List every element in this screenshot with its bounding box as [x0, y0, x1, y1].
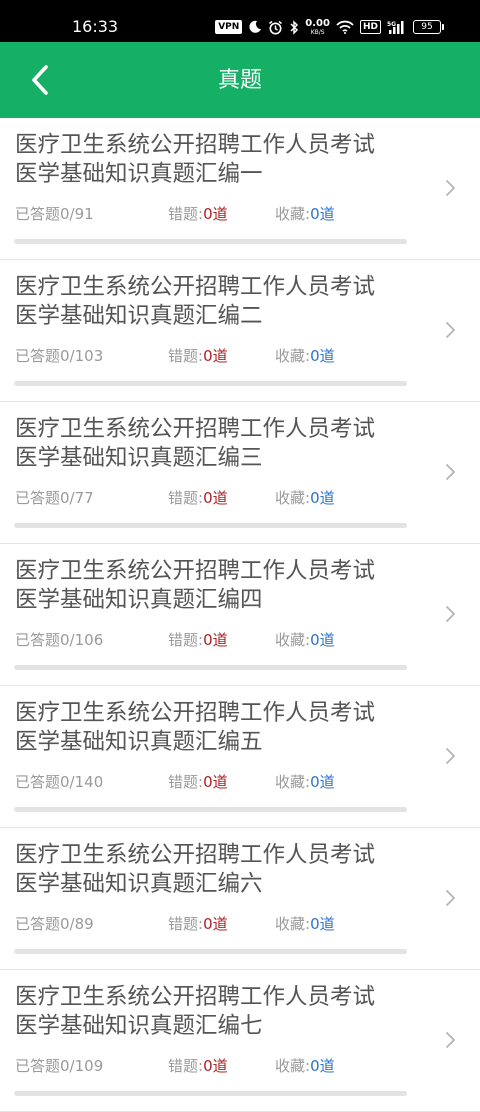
status-icons: VPN 0.00 KB/S HD 5G 95 — [215, 16, 444, 38]
wrong-count: 错题:0道 — [168, 915, 228, 933]
progress-bar — [14, 1091, 407, 1096]
wrong-count: 错题:0道 — [168, 1057, 228, 1075]
favorite-count: 收藏:0道 — [275, 1057, 335, 1075]
alarm-icon — [269, 20, 283, 34]
exam-list-item[interactable]: 医疗卫生系统公开招聘工作人员考试 医学基础知识真题汇编二 已答题0/103 错题… — [0, 260, 480, 402]
chevron-right-icon — [446, 890, 455, 906]
exam-title: 医疗卫生系统公开招聘工作人员考试 医学基础知识真题汇编一 — [15, 131, 415, 189]
exam-stats: 已答题0/109 错题:0道 收藏:0道 — [15, 1056, 415, 1076]
exam-stats: 已答题0/77 错题:0道 收藏:0道 — [15, 488, 415, 508]
chevron-right-icon — [446, 322, 455, 338]
exam-stats: 已答题0/106 错题:0道 收藏:0道 — [15, 630, 415, 650]
status-bar: 16:33 VPN 0.00 KB/S HD 5G 95 — [0, 0, 480, 42]
network-speed: 0.00 KB/S — [305, 17, 330, 36]
wrong-count: 错题:0道 — [168, 489, 228, 507]
exam-stats: 已答题0/140 错题:0道 收藏:0道 — [15, 772, 415, 792]
exam-title-line1: 医疗卫生系统公开招聘工作人员考试 — [15, 274, 376, 300]
exam-list-item[interactable]: 医疗卫生系统公开招聘工作人员考试 医学基础知识真题汇编一 已答题0/91 错题:… — [0, 118, 480, 260]
exam-title: 医疗卫生系统公开招聘工作人员考试 医学基础知识真题汇编六 — [15, 841, 415, 899]
favorite-count: 收藏:0道 — [275, 915, 335, 933]
moon-icon — [249, 20, 262, 33]
chevron-right-icon — [446, 464, 455, 480]
exam-title: 医疗卫生系统公开招聘工作人员考试 医学基础知识真题汇编五 — [15, 699, 415, 757]
exam-stats: 已答题0/91 错题:0道 收藏:0道 — [15, 204, 415, 224]
exam-title-line1: 医疗卫生系统公开招聘工作人员考试 — [15, 842, 376, 868]
vpn-icon: VPN — [215, 20, 243, 34]
answered-count: 已答题0/106 — [15, 631, 104, 649]
exam-title-line2: 医学基础知识真题汇编四 — [15, 587, 263, 613]
signal-icon: 5G — [387, 20, 404, 34]
exam-list-item[interactable]: 医疗卫生系统公开招聘工作人员考试 医学基础知识真题汇编三 已答题0/77 错题:… — [0, 402, 480, 544]
wrong-count: 错题:0道 — [168, 773, 228, 791]
exam-title-line2: 医学基础知识真题汇编三 — [15, 445, 263, 471]
answered-count: 已答题0/91 — [15, 205, 94, 223]
progress-bar — [14, 239, 407, 244]
app-bar: 真题 — [0, 42, 480, 118]
exam-list-item[interactable]: 医疗卫生系统公开招聘工作人员考试 医学基础知识真题汇编五 已答题0/140 错题… — [0, 686, 480, 828]
favorite-count: 收藏:0道 — [275, 205, 335, 223]
exam-list: 医疗卫生系统公开招聘工作人员考试 医学基础知识真题汇编一 已答题0/91 错题:… — [0, 118, 480, 1112]
chevron-right-icon — [446, 1032, 455, 1048]
exam-title-line1: 医疗卫生系统公开招聘工作人员考试 — [15, 700, 376, 726]
exam-title-line2: 医学基础知识真题汇编二 — [15, 303, 263, 329]
hd-icon: HD — [359, 20, 381, 34]
chevron-right-icon — [446, 180, 455, 196]
exam-title: 医疗卫生系统公开招聘工作人员考试 医学基础知识真题汇编二 — [15, 273, 415, 331]
svg-text:5G: 5G — [387, 21, 396, 28]
progress-bar — [14, 381, 407, 386]
wrong-count: 错题:0道 — [168, 631, 228, 649]
answered-count: 已答题0/140 — [15, 773, 104, 791]
exam-title: 医疗卫生系统公开招聘工作人员考试 医学基础知识真题汇编七 — [15, 983, 415, 1041]
answered-count: 已答题0/89 — [15, 915, 94, 933]
favorite-count: 收藏:0道 — [275, 347, 335, 365]
exam-title-line1: 医疗卫生系统公开招聘工作人员考试 — [15, 558, 376, 584]
exam-stats: 已答题0/89 错题:0道 收藏:0道 — [15, 914, 415, 934]
answered-count: 已答题0/77 — [15, 489, 94, 507]
page-title: 真题 — [217, 68, 262, 93]
exam-title-line1: 医疗卫生系统公开招聘工作人员考试 — [15, 132, 376, 158]
favorite-count: 收藏:0道 — [275, 489, 335, 507]
chevron-right-icon — [446, 606, 455, 622]
exam-title-line2: 医学基础知识真题汇编七 — [15, 1013, 263, 1039]
wrong-count: 错题:0道 — [168, 347, 228, 365]
exam-stats: 已答题0/103 错题:0道 收藏:0道 — [15, 346, 415, 366]
exam-title-line2: 医学基础知识真题汇编一 — [15, 161, 263, 187]
exam-list-item[interactable]: 医疗卫生系统公开招聘工作人员考试 医学基础知识真题汇编六 已答题0/89 错题:… — [0, 828, 480, 970]
progress-bar — [14, 949, 407, 954]
answered-count: 已答题0/109 — [15, 1057, 104, 1075]
wrong-count: 错题:0道 — [168, 205, 228, 223]
wifi-icon — [336, 20, 354, 34]
exam-list-item[interactable]: 医疗卫生系统公开招聘工作人员考试 医学基础知识真题汇编四 已答题0/106 错题… — [0, 544, 480, 686]
bluetooth-icon — [290, 19, 299, 35]
battery-icon: 95 — [413, 20, 444, 34]
favorite-count: 收藏:0道 — [275, 631, 335, 649]
exam-title: 医疗卫生系统公开招聘工作人员考试 医学基础知识真题汇编四 — [15, 557, 415, 615]
progress-bar — [14, 807, 407, 812]
status-time: 16:33 — [72, 17, 119, 36]
exam-title-line1: 医疗卫生系统公开招聘工作人员考试 — [15, 416, 376, 442]
exam-title-line2: 医学基础知识真题汇编六 — [15, 871, 263, 897]
progress-bar — [14, 523, 407, 528]
exam-list-item[interactable]: 医疗卫生系统公开招聘工作人员考试 医学基础知识真题汇编七 已答题0/109 错题… — [0, 970, 480, 1112]
exam-title-line1: 医疗卫生系统公开招聘工作人员考试 — [15, 984, 376, 1010]
exam-title-line2: 医学基础知识真题汇编五 — [15, 729, 263, 755]
favorite-count: 收藏:0道 — [275, 773, 335, 791]
answered-count: 已答题0/103 — [15, 347, 104, 365]
progress-bar — [14, 665, 407, 670]
battery-level: 95 — [413, 20, 441, 34]
exam-title: 医疗卫生系统公开招聘工作人员考试 医学基础知识真题汇编三 — [15, 415, 415, 473]
chevron-right-icon — [446, 748, 455, 764]
